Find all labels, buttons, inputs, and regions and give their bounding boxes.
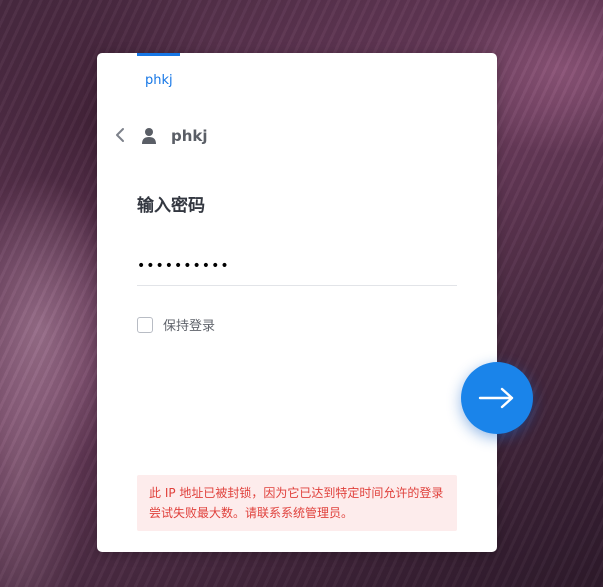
password-field[interactable]	[137, 247, 457, 286]
user-icon	[141, 127, 157, 145]
chevron-left-icon	[116, 128, 124, 142]
back-button[interactable]	[113, 126, 129, 144]
tab-account[interactable]: phkj	[145, 73, 173, 88]
arrow-right-icon	[478, 387, 514, 409]
error-message: 此 IP 地址已被封锁，因为它已达到特定时间允许的登录尝试失败最大数。请联系系统…	[137, 475, 457, 531]
tab-active-indicator	[137, 53, 180, 56]
account-name: phkj	[171, 127, 208, 145]
next-button[interactable]	[461, 362, 533, 434]
remember-me-label: 保持登录	[163, 319, 216, 334]
remember-me-toggle[interactable]: 保持登录	[137, 315, 215, 334]
page-title: 输入密码	[137, 196, 205, 216]
remember-me-checkbox[interactable]	[137, 316, 153, 333]
login-card: phkj phkj 输入密码 保持登录 此 IP 地址已被封锁，因为它已达到特定…	[97, 53, 497, 552]
